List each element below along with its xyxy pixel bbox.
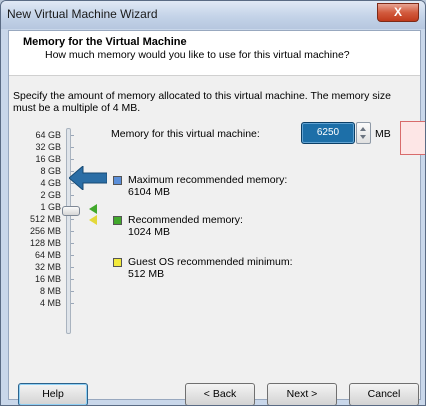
memory-label: Memory for this virtual machine: (111, 128, 260, 140)
wizard-window: New Virtual Machine Wizard X Memory for … (0, 0, 426, 406)
wizard-client: Memory for the Virtual Machine How much … (8, 30, 425, 405)
spin-down-icon[interactable] (360, 135, 366, 139)
spin-up-icon[interactable] (360, 127, 366, 131)
memory-slider-track[interactable] (66, 128, 71, 334)
blue-arrow-icon (69, 166, 107, 190)
help-button[interactable]: Help (18, 383, 88, 405)
legend-rec-value: 1024 MB (128, 226, 171, 238)
scale-label: 4 GB (40, 178, 61, 188)
scale-label: 64 GB (35, 130, 61, 140)
next-button[interactable]: Next > (267, 383, 337, 405)
scale-label: 16 MB (34, 274, 61, 284)
back-button[interactable]: < Back (185, 383, 255, 405)
page-subtitle: How much memory would you like to use fo… (45, 49, 350, 61)
cancel-button[interactable]: Cancel (349, 383, 419, 405)
legend-guest-label: Guest OS recommended minimum: (128, 256, 293, 268)
guest-minimum-marker-icon (89, 215, 97, 225)
memory-slider-thumb[interactable] (62, 206, 80, 216)
guest-swatch-icon (113, 258, 122, 267)
scale-label: 2 GB (40, 190, 61, 200)
legend-max-label: Maximum recommended memory: (128, 174, 288, 186)
max-swatch-icon (113, 176, 122, 185)
scale-label: 32 GB (35, 142, 61, 152)
scale-label: 256 MB (29, 226, 61, 236)
legend-rec-label: Recommended memory: (128, 214, 243, 226)
scale-label: 8 GB (40, 166, 61, 176)
memory-unit: MB (375, 128, 391, 140)
scale-label: 4 MB (39, 298, 61, 308)
description-text: Specify the amount of memory allocated t… (13, 90, 391, 114)
legend-guest-value: 512 MB (128, 268, 165, 280)
memory-input[interactable]: 6250 (301, 122, 355, 144)
window-title: New Virtual Machine Wizard (7, 7, 158, 21)
recommended-marker-icon (89, 204, 97, 214)
memory-spinner[interactable] (356, 122, 371, 144)
legend-max-value: 6104 MB (128, 186, 171, 198)
close-button[interactable]: X (377, 3, 419, 22)
page-title: Memory for the Virtual Machine (23, 36, 187, 48)
scale-label: 512 MB (29, 214, 61, 224)
warning-indicator (400, 121, 425, 155)
scale-label: 16 GB (35, 154, 61, 164)
close-icon: X (393, 5, 402, 19)
recommended-swatch-icon (113, 216, 122, 225)
scale-label: 8 MB (39, 286, 61, 296)
wizard-header: Memory for the Virtual Machine How much … (9, 31, 420, 76)
scale-label: 32 MB (34, 262, 61, 272)
scale-label: 64 MB (34, 250, 61, 260)
scale-label: 1 GB (40, 202, 61, 212)
scale-label: 128 MB (29, 238, 61, 248)
title-bar[interactable]: New Virtual Machine Wizard X (1, 1, 425, 29)
